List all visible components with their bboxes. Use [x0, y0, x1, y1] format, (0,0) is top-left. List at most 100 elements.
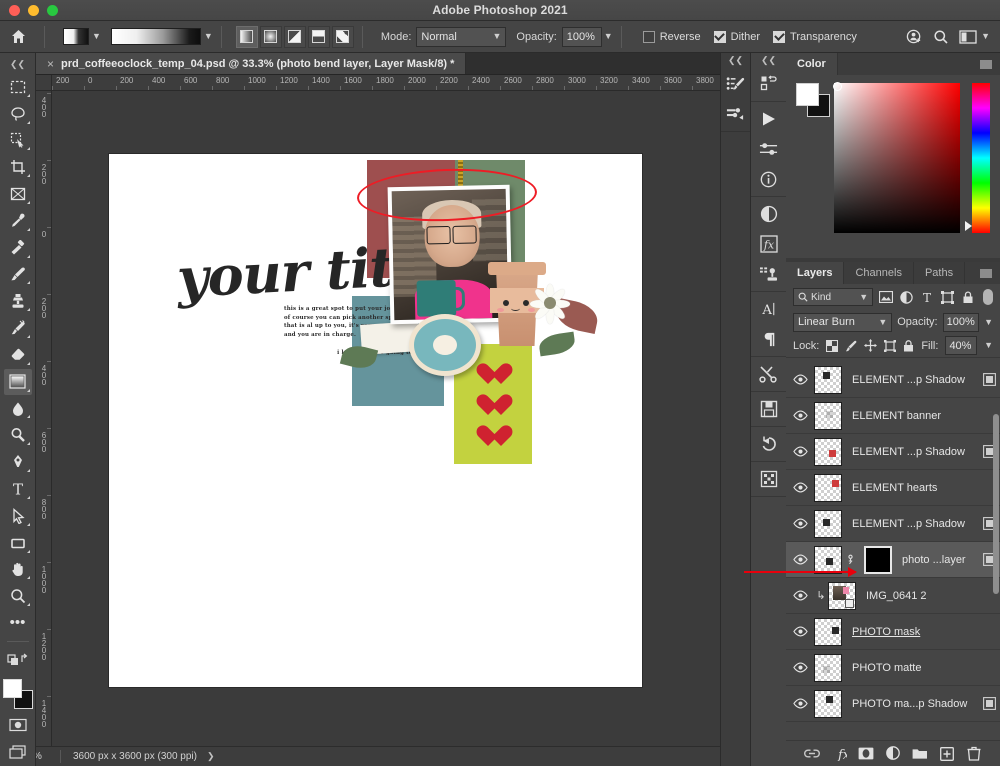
lasso-tool[interactable] — [4, 101, 32, 127]
info-icon[interactable] — [751, 164, 786, 194]
layer-thumbnail[interactable] — [814, 617, 842, 646]
gradient-preset-swatch[interactable] — [63, 28, 89, 45]
share-person-icon[interactable] — [906, 28, 923, 45]
lock-artboard-icon[interactable] — [884, 339, 897, 353]
layer-visibility-eye-icon[interactable] — [786, 590, 814, 601]
layer-row[interactable]: PHOTO ma...p Shadow — [786, 686, 1000, 722]
collapse-chevrons-icon[interactable]: ❮❮ — [721, 53, 750, 67]
vertical-ruler[interactable]: 4 0 0 2 0 0 0 2 0 0 4 0 0 6 0 0 8 0 0 1 0 0 0 1 … — [36, 91, 52, 746]
crop-tool[interactable] — [4, 154, 32, 180]
filter-kind-select[interactable]: Kind ▼ — [793, 288, 874, 306]
layer-row[interactable]: ELEMENT ...p Shadow — [786, 506, 1000, 542]
character-panel-icon[interactable]: A — [751, 294, 786, 324]
layer-thumbnail[interactable] — [814, 689, 842, 718]
chevron-down-icon[interactable]: ▼ — [204, 32, 213, 41]
dither-checkbox[interactable]: Dither — [713, 30, 760, 43]
layer-visibility-eye-icon[interactable] — [786, 662, 814, 673]
rectangle-tool[interactable] — [4, 530, 32, 556]
layer-name[interactable]: PHOTO ma...p Shadow — [852, 698, 978, 710]
chevron-down-icon[interactable]: ▼ — [981, 32, 990, 41]
color-picker-field[interactable] — [833, 82, 960, 233]
filter-type-icon[interactable]: T — [919, 289, 935, 305]
quick-selection-tool[interactable] — [4, 128, 32, 154]
lock-position-icon[interactable] — [864, 339, 878, 353]
hue-slider-handle[interactable] — [965, 221, 972, 231]
color-picker-marker[interactable] — [833, 82, 842, 91]
frame-tool[interactable] — [4, 181, 32, 207]
layer-thumbnail[interactable] — [814, 365, 842, 394]
diamond-gradient-button[interactable] — [331, 25, 354, 48]
layer-mask-thumbnail[interactable] — [864, 545, 892, 574]
pen-tool[interactable] — [4, 449, 32, 475]
search-icon[interactable] — [933, 29, 949, 45]
collapse-chevrons-icon[interactable]: ❮❮ — [751, 53, 786, 67]
layer-thumbnail[interactable] — [814, 401, 842, 430]
tab-paths[interactable]: Paths — [913, 262, 966, 284]
gradient-type-group[interactable] — [235, 25, 354, 48]
gradient-editor-picker[interactable]: ▼ — [110, 28, 213, 45]
brush-tool[interactable] — [4, 262, 32, 288]
panel-menu-icon[interactable] — [980, 53, 1000, 75]
swap-colors-icon[interactable] — [4, 646, 32, 672]
delete-layer-icon[interactable] — [966, 746, 982, 762]
layer-name[interactable]: PHOTO mask — [852, 626, 978, 638]
new-group-icon[interactable] — [912, 746, 928, 762]
layer-row[interactable]: PHOTO matte — [786, 650, 1000, 686]
layer-name[interactable]: PHOTO matte — [852, 662, 978, 674]
layer-name[interactable]: ELEMENT banner — [852, 410, 978, 422]
lock-all-icon[interactable] — [903, 339, 914, 353]
layer-visibility-eye-icon[interactable] — [786, 518, 814, 529]
layer-row[interactable]: ELEMENT hearts — [786, 470, 1000, 506]
foreground-background-colors[interactable] — [2, 678, 33, 709]
edit-toolbar-ellipsis[interactable]: ••• — [4, 610, 32, 636]
quick-mask-icon[interactable] — [4, 713, 32, 739]
history-icon[interactable] — [751, 429, 786, 459]
blur-tool[interactable] — [4, 396, 32, 422]
layer-list[interactable]: ELEMENT ...p Shadow ELEMENT banner ELEMENT… — [786, 362, 1000, 740]
new-adjustment-layer-icon[interactable] — [885, 746, 901, 762]
layer-visibility-eye-icon[interactable] — [786, 554, 814, 565]
screen-mode-icon[interactable] — [4, 739, 32, 765]
layer-thumbnail[interactable] — [814, 509, 842, 538]
chevron-down-icon[interactable]: ▼ — [604, 32, 613, 41]
marquee-tool[interactable] — [4, 74, 32, 100]
layer-row[interactable]: ELEMENT ...p Shadow — [786, 362, 1000, 398]
notes-icon[interactable] — [751, 394, 786, 424]
workspace-switcher-icon[interactable]: ▼ — [959, 29, 990, 44]
layer-name[interactable]: ELEMENT hearts — [852, 482, 978, 494]
layer-fill-input[interactable]: 40% — [945, 336, 978, 355]
layer-row[interactable]: ELEMENT banner — [786, 398, 1000, 434]
layer-thumbnail[interactable] — [828, 581, 856, 610]
clone-stamp-tool[interactable] — [4, 288, 32, 314]
add-layer-mask-icon[interactable] — [858, 746, 874, 762]
layer-visibility-eye-icon[interactable] — [786, 698, 814, 709]
layers-scrollbar[interactable] — [993, 414, 999, 594]
play-icon[interactable] — [751, 104, 786, 134]
hue-slider[interactable] — [965, 83, 990, 233]
mask-link-icon[interactable] — [844, 554, 856, 565]
actions-icon[interactable] — [751, 69, 786, 99]
path-selection-tool[interactable] — [4, 503, 32, 529]
foreground-color-swatch[interactable] — [796, 83, 819, 106]
horizontal-ruler[interactable]: 200 0 200 400 600 800 1000 1200 1400 1600 1800 2000… — [52, 75, 720, 91]
layer-thumbnail[interactable] — [814, 437, 842, 466]
layer-name[interactable]: IMG_0641 2 — [866, 590, 978, 602]
adjustments-sliders-icon[interactable] — [751, 134, 786, 164]
gradient-swatch[interactable] — [110, 28, 201, 45]
chevron-down-icon[interactable]: ▼ — [92, 32, 101, 41]
layer-name[interactable]: ELEMENT ...p Shadow — [852, 374, 978, 386]
layer-visibility-eye-icon[interactable] — [786, 482, 814, 493]
chevron-right-icon[interactable]: ❯ — [207, 751, 215, 762]
artboard[interactable]: your title this is a great spot to put y… — [109, 154, 642, 687]
paragraph-panel-icon[interactable] — [751, 324, 786, 354]
opacity-input[interactable]: 100% — [561, 26, 602, 47]
lock-transparency-icon[interactable] — [826, 339, 839, 353]
eyedropper-tool[interactable] — [4, 208, 32, 234]
checkbox-box[interactable] — [773, 30, 786, 43]
document-tab[interactable]: × prd_coffeeoclock_temp_04.psd @ 33.3% (… — [36, 53, 467, 74]
reverse-checkbox[interactable]: Reverse — [642, 30, 701, 43]
layer-thumbnail[interactable] — [814, 545, 842, 574]
link-layers-icon[interactable] — [804, 746, 820, 762]
brush-presets-icon[interactable] — [721, 99, 750, 129]
lock-image-icon[interactable] — [845, 339, 857, 353]
